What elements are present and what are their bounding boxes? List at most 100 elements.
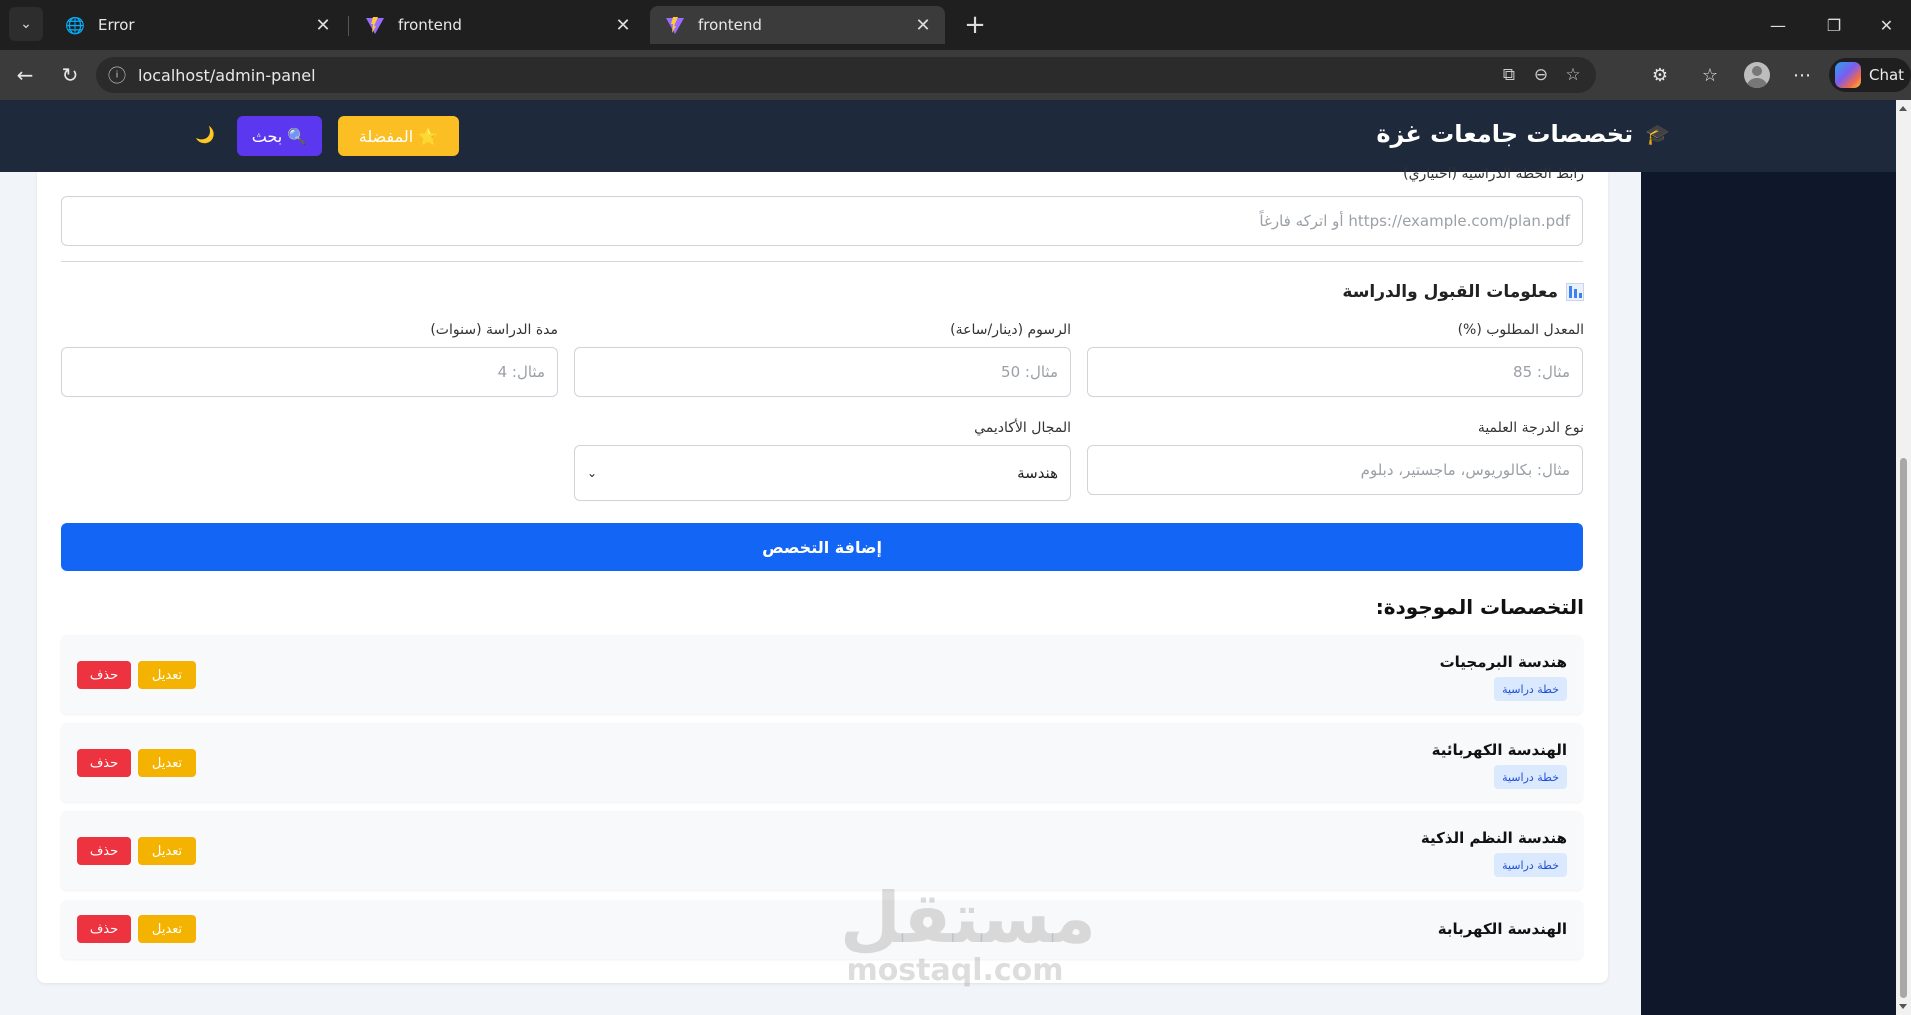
degree-placeholder: مثال: بكالوريوس، ماجستير، دبلوم xyxy=(1360,461,1570,479)
browser-tab-strip: ⌄ 🌐 Error ✕ frontend ✕ frontend ✕ + — ❐ … xyxy=(0,0,1911,50)
fees-input[interactable]: مثال: 50 xyxy=(574,347,1071,397)
restore-button[interactable]: ❐ xyxy=(1806,8,1862,42)
fees-label: الرسوم (دينار/ساعة) xyxy=(950,322,1071,338)
extensions-icon[interactable]: ⚙ xyxy=(1643,58,1677,92)
bar-chart-icon xyxy=(1566,283,1584,301)
back-button[interactable]: ← xyxy=(8,58,42,92)
plan-badge[interactable]: خطة دراسية xyxy=(1494,853,1567,877)
list-item: الهندسة الكهربائية خطة دراسية تعديل حذف xyxy=(61,723,1583,802)
reload-icon: ↻ xyxy=(61,63,79,87)
edit-button[interactable]: تعديل xyxy=(138,837,196,865)
arrow-left-icon: ← xyxy=(16,63,34,87)
info-icon[interactable]: i xyxy=(108,66,126,84)
required-gpa-label: المعدل المطلوب (%) xyxy=(1457,322,1584,338)
search-label: 🔍 بحث xyxy=(251,126,308,146)
url-text[interactable]: localhost/admin-panel xyxy=(138,66,316,85)
copilot-icon xyxy=(1835,62,1861,88)
specialization-name: هندسة النظم الذكية xyxy=(1420,829,1567,847)
restore-icon: ❐ xyxy=(1826,15,1842,35)
specialization-name: الهندسة الكهربائية xyxy=(1431,741,1567,759)
translate-icon[interactable]: ⧉ xyxy=(1496,62,1522,88)
vite-icon xyxy=(664,14,686,36)
close-tab-icon[interactable]: ✕ xyxy=(609,15,637,36)
app-title: تخصصات جامعات غزة xyxy=(1376,120,1634,148)
tab-title: Error xyxy=(98,16,135,34)
delete-button[interactable]: حذف xyxy=(77,837,131,865)
globe-icon: 🌐 xyxy=(65,15,85,35)
fees-placeholder: مثال: 50 xyxy=(1001,363,1058,381)
minimize-icon: — xyxy=(1770,15,1786,35)
edit-button[interactable]: تعديل xyxy=(138,749,196,777)
existing-list-title: التخصصات الموجودة: xyxy=(1375,595,1584,619)
browser-toolbar: ← ↻ i localhost/admin-panel ⧉ ⊖ ☆ ⚙ ☆ ⋯ … xyxy=(0,50,1911,100)
new-tab-button[interactable]: + xyxy=(958,8,992,42)
section-title-text: معلومات القبول والدراسة xyxy=(1342,282,1558,302)
close-icon: ✕ xyxy=(1879,15,1894,35)
scroll-up-arrow-icon[interactable] xyxy=(1899,106,1907,111)
tab-error[interactable]: 🌐 Error ✕ xyxy=(50,6,345,44)
duration-input[interactable]: مثال: 4 xyxy=(61,347,558,397)
add-specialization-button[interactable]: إضافة التخصص xyxy=(61,523,1583,571)
zoom-out-icon[interactable]: ⊖ xyxy=(1528,62,1554,88)
favorites-label: ⭐ المفضلة xyxy=(358,126,439,146)
app-brand[interactable]: 🎓 تخصصات جامعات غزة xyxy=(1376,120,1670,148)
degree-input[interactable]: مثال: بكالوريوس، ماجستير، دبلوم xyxy=(1087,445,1583,495)
moon-icon[interactable]: 🌙 xyxy=(193,122,217,146)
plan-link-input[interactable]: https://example.com/plan.pdf أو اتركه فا… xyxy=(61,196,1583,246)
page-scrollbar[interactable] xyxy=(1896,100,1911,1015)
favorites-icon[interactable]: ☆ xyxy=(1693,58,1727,92)
chevron-down-icon: ⌄ xyxy=(20,16,32,32)
minimize-button[interactable]: — xyxy=(1750,8,1806,42)
tab-frontend-2[interactable]: frontend ✕ xyxy=(650,6,945,44)
tab-frontend-1[interactable]: frontend ✕ xyxy=(350,6,645,44)
specialization-name: هندسة البرمجيات xyxy=(1439,653,1567,671)
close-tab-icon[interactable]: ✕ xyxy=(309,15,337,36)
field-label: المجال الأكاديمي xyxy=(974,420,1071,436)
delete-button[interactable]: حذف xyxy=(77,749,131,777)
tab-title: frontend xyxy=(698,16,762,34)
required-gpa-input[interactable]: مثال: 85 xyxy=(1087,347,1583,397)
list-item: الهندسة الكهربابة تعديل حذف xyxy=(61,900,1583,959)
specialization-name: الهندسة الكهربابة xyxy=(1437,920,1567,938)
favorites-button[interactable]: ⭐ المفضلة xyxy=(338,116,459,156)
graduation-cap-icon: 🎓 xyxy=(1645,122,1670,146)
tab-separator xyxy=(348,16,349,36)
close-tab-icon[interactable]: ✕ xyxy=(909,15,937,36)
scroll-thumb[interactable] xyxy=(1900,458,1907,998)
list-item: هندسة النظم الذكية خطة دراسية تعديل حذف xyxy=(61,811,1583,890)
plan-badge[interactable]: خطة دراسية xyxy=(1494,765,1567,789)
section-divider xyxy=(61,261,1583,262)
chevron-down-icon: ⌄ xyxy=(587,466,598,480)
more-options-icon[interactable]: ⋯ xyxy=(1785,58,1819,92)
chat-button[interactable]: Chat xyxy=(1829,58,1911,92)
submit-label: إضافة التخصص xyxy=(762,537,882,557)
page: 🎓 تخصصات جامعات غزة ⭐ المفضلة 🔍 بحث 🌙 را… xyxy=(0,100,1911,1015)
edit-button[interactable]: تعديل xyxy=(138,915,196,943)
scroll-down-arrow-icon[interactable] xyxy=(1899,1004,1907,1009)
chat-label: Chat xyxy=(1869,66,1905,84)
section-title: معلومات القبول والدراسة xyxy=(1342,282,1584,302)
field-select[interactable]: هندسة ⌄ xyxy=(574,445,1071,501)
edit-button[interactable]: تعديل xyxy=(138,661,196,689)
address-bar[interactable]: i localhost/admin-panel ⧉ ⊖ ☆ xyxy=(96,57,1596,93)
close-window-button[interactable]: ✕ xyxy=(1862,8,1911,42)
plan-link-placeholder: https://example.com/plan.pdf أو اتركه فا… xyxy=(1259,212,1570,230)
reload-button[interactable]: ↻ xyxy=(53,58,87,92)
profile-avatar[interactable] xyxy=(1744,62,1770,88)
delete-button[interactable]: حذف xyxy=(77,661,131,689)
address-bar-actions: ⧉ ⊖ ☆ xyxy=(1496,62,1586,88)
duration-label: مدة الدراسة (سنوات) xyxy=(430,322,558,338)
vite-icon xyxy=(364,14,386,36)
delete-button[interactable]: حذف xyxy=(77,915,131,943)
app-header: 🎓 تخصصات جامعات غزة ⭐ المفضلة 🔍 بحث 🌙 xyxy=(0,100,1896,172)
required-gpa-placeholder: مثال: 85 xyxy=(1513,363,1570,381)
tab-list-button[interactable]: ⌄ xyxy=(9,7,43,41)
plan-badge[interactable]: خطة دراسية xyxy=(1494,677,1567,701)
plus-icon: + xyxy=(964,10,986,40)
degree-label: نوع الدرجة العلمية xyxy=(1477,420,1584,436)
search-button[interactable]: 🔍 بحث xyxy=(237,116,322,156)
star-icon[interactable]: ☆ xyxy=(1560,62,1586,88)
right-dark-panel xyxy=(1641,172,1896,1015)
duration-placeholder: مثال: 4 xyxy=(497,363,545,381)
admin-form-card: رابط الخطة الدراسية (اختياري) https://ex… xyxy=(37,166,1608,983)
